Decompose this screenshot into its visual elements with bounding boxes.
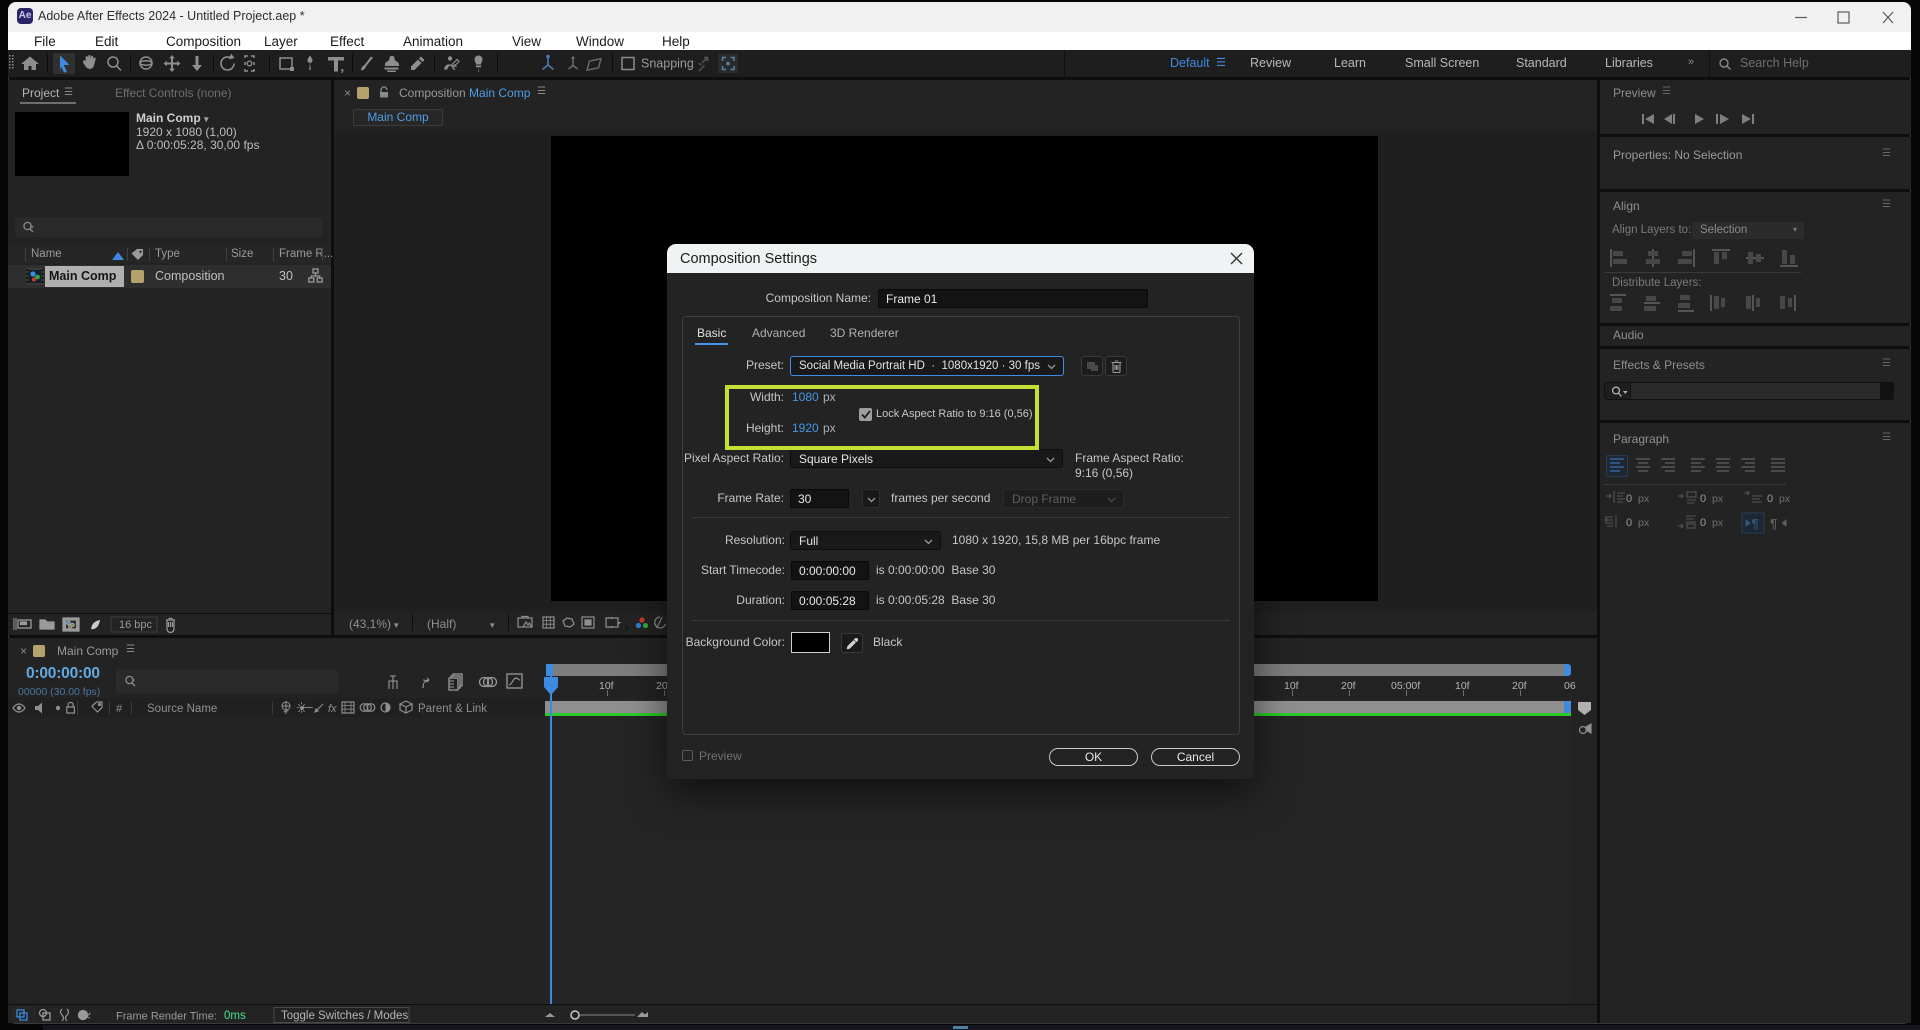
svg-text:px: px: [1712, 517, 1724, 529]
svg-text:0: 0: [1700, 517, 1706, 529]
svg-text:px: px: [1638, 517, 1650, 529]
svg-text:fx: fx: [328, 703, 337, 715]
svg-text:0: 0: [1626, 517, 1632, 529]
svg-text:Toggle Switches / Modes: Toggle Switches / Modes: [281, 1010, 408, 1022]
svg-text:#: #: [116, 703, 123, 715]
svg-text:0: 0: [1767, 493, 1773, 505]
svg-text:px: px: [1779, 493, 1791, 505]
svg-text:0ms: 0ms: [224, 1010, 246, 1022]
svg-text:¶: ¶: [1770, 516, 1777, 531]
svg-text:Frame Render Time:: Frame Render Time:: [116, 1011, 217, 1023]
svg-text:0: 0: [1626, 493, 1632, 505]
svg-text:Source Name: Source Name: [147, 703, 217, 715]
svg-text:¶: ¶: [1752, 516, 1759, 531]
svg-text:Parent & Link: Parent & Link: [418, 703, 487, 715]
svg-text:16 bpc: 16 bpc: [119, 619, 153, 631]
svg-text:Snapping: Snapping: [641, 57, 694, 71]
svg-text:0: 0: [1700, 493, 1706, 505]
svg-text:px: px: [1638, 493, 1650, 505]
svg-text:px: px: [1712, 493, 1724, 505]
